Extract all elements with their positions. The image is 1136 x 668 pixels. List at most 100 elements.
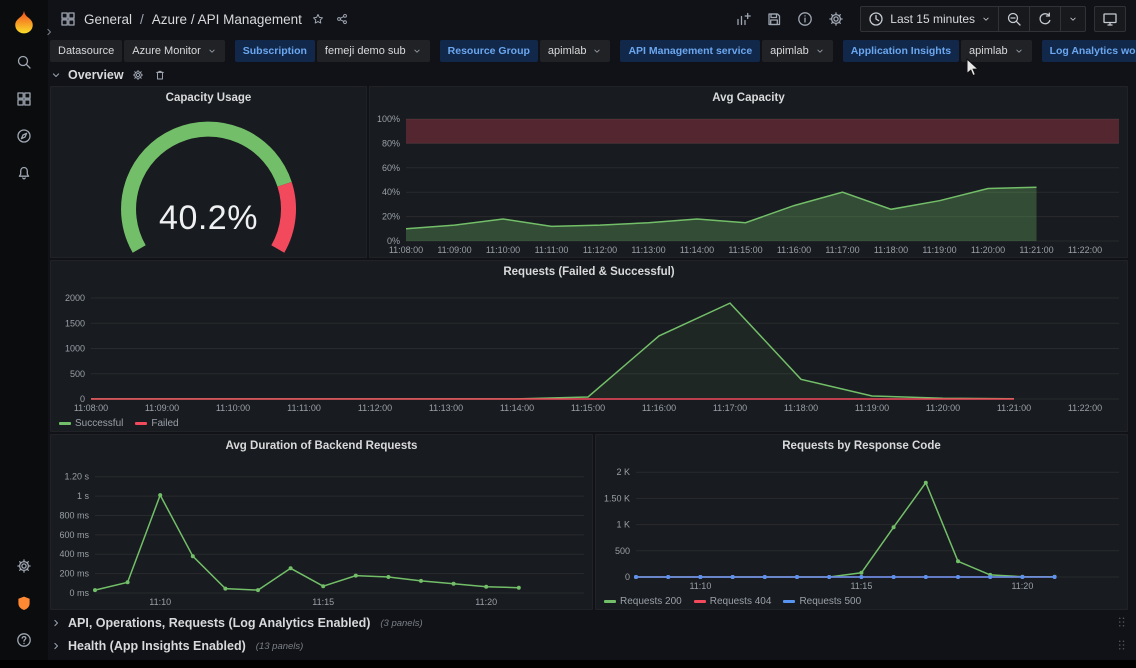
sidebar-search-button[interactable]: [12, 50, 36, 74]
svg-text:2000: 2000: [65, 293, 85, 303]
row-delete-button[interactable]: [152, 67, 168, 83]
chevron-down-icon: [1014, 46, 1024, 56]
trash-icon: [154, 69, 166, 81]
requests-chart[interactable]: 050010001500200011:08:0011:09:0011:10:00…: [51, 283, 1127, 415]
chevron-down-icon: [50, 69, 62, 81]
save-dashboard-button[interactable]: [764, 9, 784, 29]
panel-response-code: Requests by Response Code 05001 K1.50 K2…: [595, 434, 1128, 610]
svg-text:11:16:00: 11:16:00: [642, 403, 676, 413]
svg-text:11:20:00: 11:20:00: [971, 245, 1005, 255]
legend-label: Requests 200: [620, 596, 682, 607]
response-code-chart[interactable]: 05001 K1.50 K2 K11:1011:1511:20: [596, 457, 1127, 593]
share-button[interactable]: [334, 11, 350, 27]
refresh-interval-dropdown[interactable]: [1060, 7, 1085, 31]
svg-text:1500: 1500: [65, 318, 85, 328]
svg-text:11:14:00: 11:14:00: [500, 403, 534, 413]
svg-text:11:13:00: 11:13:00: [631, 245, 665, 255]
panel-title[interactable]: Requests by Response Code: [596, 435, 1127, 457]
svg-text:11:09:00: 11:09:00: [437, 245, 471, 255]
svg-text:11:18:00: 11:18:00: [874, 245, 908, 255]
cycle-info-icon: [797, 11, 813, 27]
alerting-icon: [16, 165, 32, 181]
add-panel-button[interactable]: [733, 9, 753, 29]
panel-avg-capacity: Avg Capacity 0%20%40%60%80%100%11:08:001…: [369, 86, 1128, 258]
svg-text:1.50 K: 1.50 K: [604, 493, 630, 503]
svg-text:11:21:00: 11:21:00: [1019, 245, 1053, 255]
svg-text:800 ms: 800 ms: [59, 510, 89, 520]
backend-duration-chart[interactable]: 0 ms200 ms400 ms600 ms800 ms1 s1.20 s11:…: [51, 457, 592, 609]
panel-title[interactable]: Avg Capacity: [370, 87, 1127, 109]
panel-title[interactable]: Requests (Failed & Successful): [51, 261, 1127, 283]
dashboard-toolbar: Last 15 minutes: [733, 6, 1126, 32]
svg-text:11:08:00: 11:08:00: [74, 403, 108, 413]
refresh-icon: [1037, 11, 1053, 27]
header-actions: [733, 9, 846, 29]
variable-application-insights-value-dropdown[interactable]: apimlab: [961, 40, 1032, 62]
breadcrumb: General / Azure / API Management: [60, 11, 350, 27]
svg-text:11:15:00: 11:15:00: [728, 245, 762, 255]
server-admin-icon: [16, 595, 32, 611]
refresh-button[interactable]: [1029, 7, 1060, 31]
drag-handle-icon[interactable]: [1116, 638, 1128, 654]
svg-text:11:10: 11:10: [689, 581, 711, 591]
legend-item[interactable]: Failed: [135, 418, 178, 429]
svg-text:11:10:00: 11:10:00: [486, 245, 520, 255]
svg-text:11:18:00: 11:18:00: [784, 403, 818, 413]
chevron-down-icon: [1068, 14, 1078, 24]
sidebar-server-admin-button[interactable]: [12, 591, 36, 615]
dashboard-settings-button[interactable]: [826, 9, 846, 29]
sidebar-alerting-button[interactable]: [12, 161, 36, 185]
chevron-right-icon: [43, 26, 55, 38]
share-icon: [336, 13, 348, 25]
sidebar: [0, 0, 48, 668]
drag-handle-icon[interactable]: [1116, 615, 1128, 631]
sidebar-help-button[interactable]: [12, 628, 36, 652]
dashboard-info-button[interactable]: [795, 9, 815, 29]
help-icon: [16, 632, 32, 648]
legend-item[interactable]: Requests 500: [783, 596, 861, 607]
grafana-logo[interactable]: [9, 8, 39, 38]
panel-title[interactable]: Capacity Usage: [51, 87, 366, 109]
svg-text:20%: 20%: [382, 212, 400, 222]
time-picker-button[interactable]: Last 15 minutes: [861, 7, 998, 31]
variable-datasource-label: Datasource: [50, 40, 122, 62]
legend-item[interactable]: Successful: [59, 418, 123, 429]
svg-text:2 K: 2 K: [616, 467, 630, 477]
monitor-icon: [1102, 11, 1118, 27]
collapsed-row-api-operations-requests-log-an[interactable]: API, Operations, Requests (Log Analytics…: [50, 612, 1128, 634]
svg-text:60%: 60%: [382, 163, 400, 173]
sidebar-configuration-button[interactable]: [12, 554, 36, 578]
variable-api-management-service-label: API Management service: [620, 40, 760, 62]
legend-item[interactable]: Requests 404: [694, 596, 772, 607]
svg-text:11:12:00: 11:12:00: [583, 245, 617, 255]
chart-legend: Requests 200 Requests 404 Requests 500: [604, 596, 861, 607]
zoom-out-button[interactable]: [998, 7, 1029, 31]
variable-api-management-service-value-dropdown[interactable]: apimlab: [762, 40, 833, 62]
panel-title[interactable]: Avg Duration of Backend Requests: [51, 435, 592, 457]
legend-label: Successful: [75, 418, 123, 429]
dashboard-title[interactable]: Azure / API Management: [152, 12, 302, 27]
variable-api-management-service: API Management serviceapimlab: [620, 40, 832, 62]
kiosk-mode-button[interactable]: [1094, 6, 1126, 32]
legend-item[interactable]: Requests 200: [604, 596, 682, 607]
breadcrumb-folder[interactable]: General: [84, 12, 132, 27]
sidebar-expand-toggle[interactable]: [41, 26, 56, 41]
variable-subscription: Subscriptionfemeji demo sub: [235, 40, 430, 62]
configuration-icon: [16, 558, 32, 574]
collapsed-row-health-app-insights-enabled-[interactable]: Health (App Insights Enabled)(13 panels): [50, 635, 1128, 657]
variable-application-insights: Application Insightsapimlab: [843, 40, 1032, 62]
avg-capacity-chart[interactable]: 0%20%40%60%80%100%11:08:0011:09:0011:10:…: [370, 109, 1127, 257]
svg-text:11:14:00: 11:14:00: [680, 245, 714, 255]
row-settings-button[interactable]: [130, 67, 146, 83]
star-button[interactable]: [310, 11, 326, 27]
variable-datasource-value-dropdown[interactable]: Azure Monitor: [124, 40, 224, 62]
svg-text:11:19:00: 11:19:00: [922, 245, 956, 255]
row-overview[interactable]: Overview: [50, 64, 1128, 86]
variable-resource-group-value-dropdown[interactable]: apimlab: [540, 40, 611, 62]
variable-subscription-value-dropdown[interactable]: femeji demo sub: [317, 40, 430, 62]
sidebar-dashboards-button[interactable]: [12, 87, 36, 111]
svg-text:500: 500: [70, 369, 85, 379]
legend-label: Failed: [151, 418, 178, 429]
sidebar-explore-button[interactable]: [12, 124, 36, 148]
apps-icon: [60, 11, 76, 27]
